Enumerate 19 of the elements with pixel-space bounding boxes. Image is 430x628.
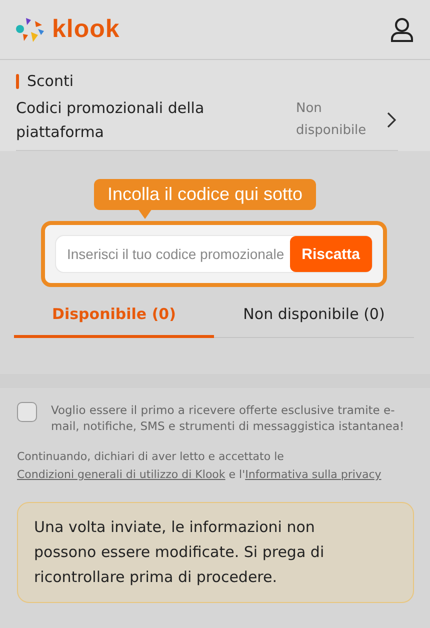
redeem-button[interactable]: Riscatta [290, 236, 372, 272]
tooltip: Incolla il codice qui sotto [94, 179, 316, 219]
chevron-right-icon[interactable] [386, 112, 396, 128]
legal-text: Continuando, dichiari di aver letto e accettato le Condizioni generali di utilizzo di Klook e l'Informativa sulla privacy [17, 449, 382, 483]
terms-link[interactable]: Condizioni [17, 468, 78, 481]
section-title: Sconti [27, 72, 74, 90]
logo-text[interactable]: klook [52, 15, 120, 44]
section-marker [16, 74, 19, 88]
tab[interactable]: Non disponibile (0) [214, 297, 414, 338]
terms-link[interactable]: Informativa sulla privacy [245, 468, 382, 481]
tab[interactable]: Disponibile (0) [14, 297, 214, 338]
terms-link[interactable]: generali di utilizzo di Klook [78, 468, 226, 481]
user-icon[interactable] [390, 16, 414, 42]
row-label[interactable]: Codici promozionali della piattaforma [16, 96, 246, 144]
consent-text: Voglio essere il primo a ricevere offerte esclusive tramite e-mail, notifiche, SMS e strumenti di messaggistica istantanea! [51, 402, 406, 434]
row-status: Non disponibile [296, 100, 368, 140]
logo-icon [16, 16, 46, 42]
checkbox[interactable] [17, 402, 37, 422]
notice-text: Una volta inviate, le informazioni non possono essere modificate. Si prega di ricontrollare prima di procedere. [17, 502, 414, 603]
